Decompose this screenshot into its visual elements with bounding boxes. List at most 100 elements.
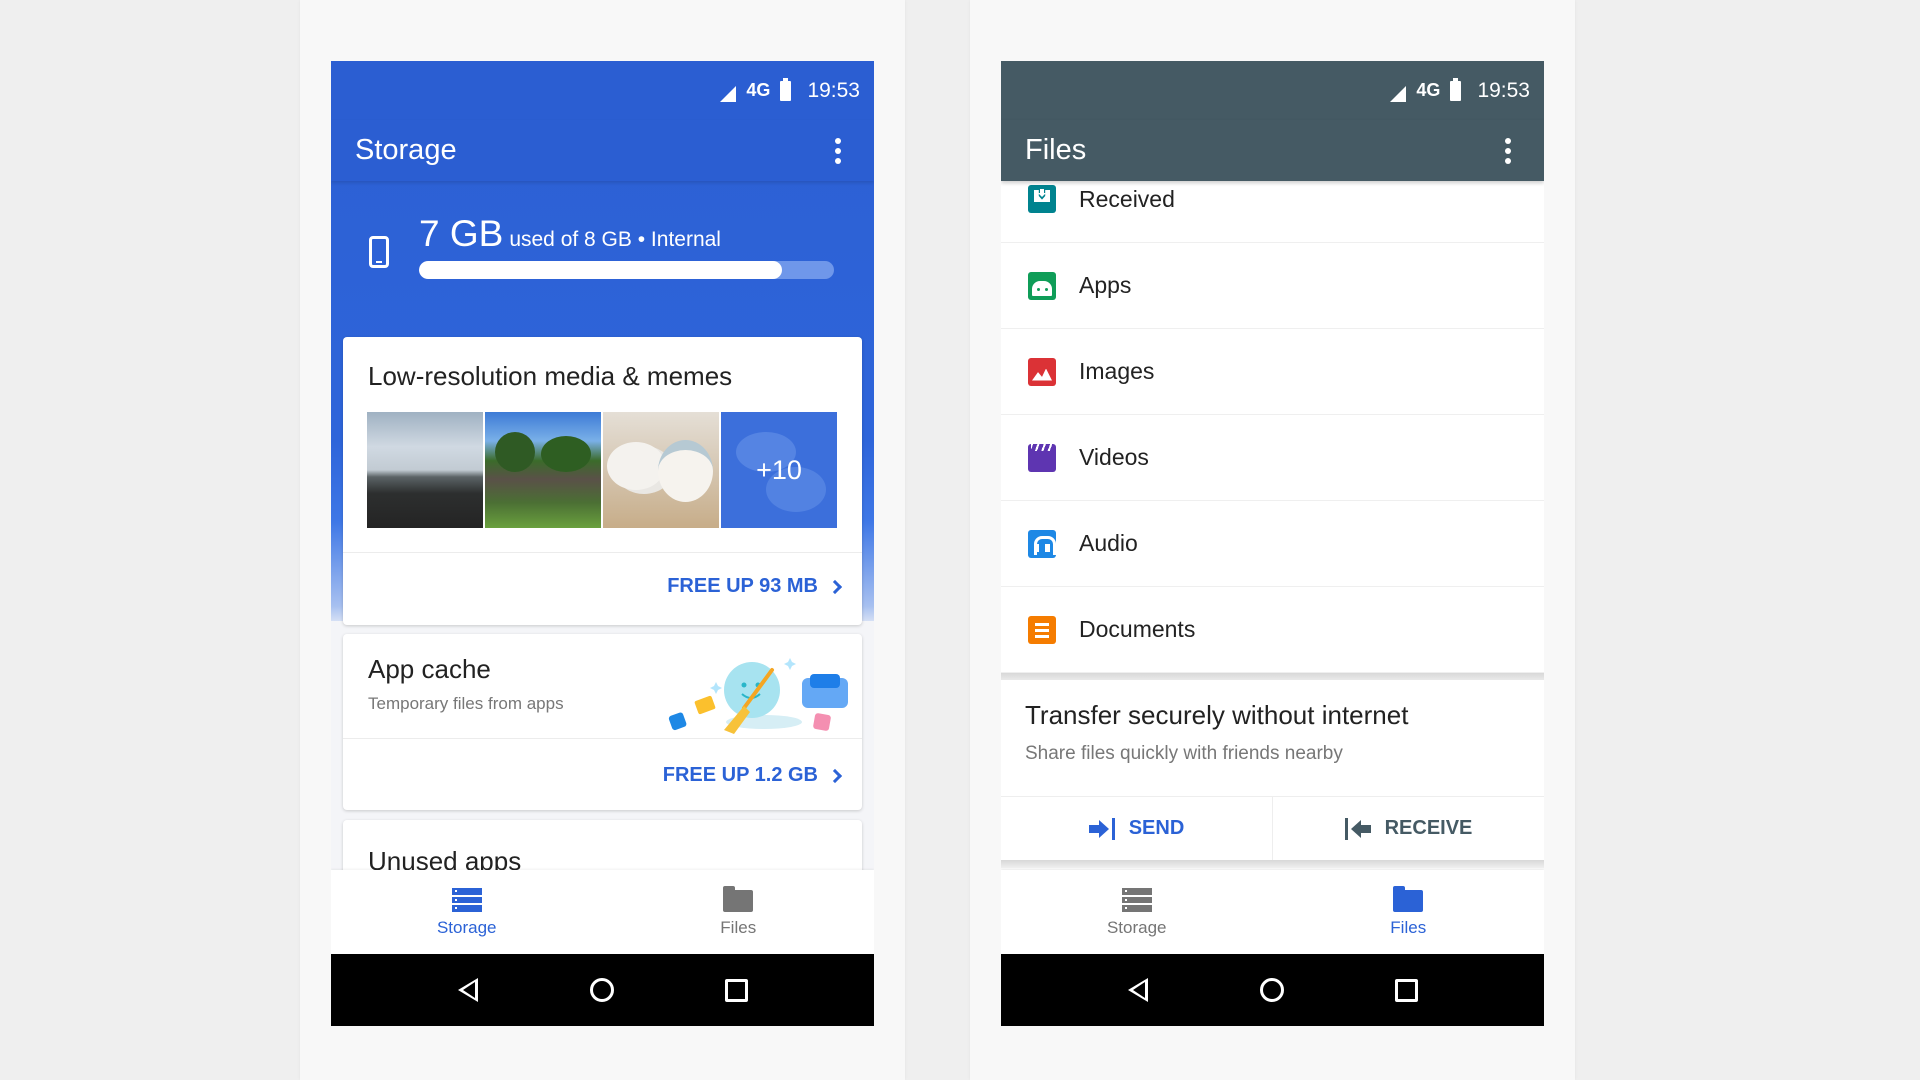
transfer-title: Transfer securely without internet — [1025, 700, 1409, 730]
storage-screen: 4G 19:53 Storage 7 GB used of 8 GB • Inte… — [331, 61, 874, 1026]
media-thumbnails: +10 — [367, 412, 837, 528]
transfer-card: Transfer securely without internet Share… — [1001, 680, 1544, 868]
tab-label: Storage — [436, 918, 497, 937]
recents-icon — [725, 978, 749, 1002]
home-button[interactable] — [587, 975, 617, 1005]
system-navigation-bar — [331, 954, 874, 1026]
storage-icon — [1121, 888, 1152, 913]
page-title: Files — [1025, 134, 1087, 166]
app-bar: Files — [1001, 120, 1544, 181]
storage-summary: 7 GB used of 8 GB • Internal — [331, 181, 874, 331]
status-bar: 4G 19:53 — [331, 61, 874, 120]
back-button[interactable] — [453, 975, 483, 1005]
home-button[interactable] — [1257, 975, 1287, 1005]
recents-button[interactable] — [722, 975, 752, 1005]
transfer-subtitle: Share files quickly with friends nearby — [1025, 743, 1343, 764]
tab-label: Files — [720, 918, 757, 937]
category-images[interactable]: Images — [1001, 329, 1544, 415]
clock: 19:53 — [1477, 78, 1530, 102]
category-label: Images — [1079, 358, 1155, 384]
category-documents[interactable]: Documents — [1001, 587, 1544, 673]
image-icon — [1028, 357, 1056, 386]
category-label: Apps — [1079, 272, 1132, 298]
storage-progress-fill — [419, 261, 783, 279]
app-cache-card[interactable]: App cache Temporary files from apps FREE… — [343, 634, 862, 810]
free-up-label: FREE UP 93 MB — [667, 575, 818, 597]
category-audio[interactable]: Audio — [1001, 501, 1544, 587]
network-type: 4G — [1416, 80, 1441, 100]
more-count: +10 — [756, 454, 802, 485]
send-icon — [1088, 817, 1115, 840]
receive-button[interactable]: RECEIVE — [1272, 797, 1544, 860]
recents-button[interactable] — [1392, 975, 1422, 1005]
more-vert-icon[interactable] — [1484, 127, 1532, 175]
page-title: Storage — [355, 134, 457, 166]
receive-icon — [1344, 817, 1371, 840]
category-received[interactable]: Received — [1001, 181, 1544, 243]
clock: 19:53 — [807, 78, 860, 102]
tab-label: Files — [1390, 918, 1427, 937]
recents-icon — [1395, 978, 1419, 1002]
more-vert-icon[interactable] — [814, 127, 862, 175]
cell-signal-icon — [1390, 85, 1407, 102]
storage-icon — [451, 888, 482, 913]
back-button[interactable] — [1123, 975, 1153, 1005]
headphones-icon — [1028, 529, 1056, 558]
send-label: SEND — [1128, 817, 1185, 839]
category-label: Received — [1079, 186, 1175, 212]
cell-signal-icon — [720, 85, 737, 102]
phone-icon — [369, 236, 389, 268]
card-shadow — [1001, 860, 1544, 868]
category-label: Audio — [1079, 530, 1138, 556]
bottom-navigation: Storage Files — [331, 870, 874, 954]
low-res-media-card[interactable]: Low-resolution media & memes +10 FREE UP… — [343, 337, 862, 625]
home-icon — [590, 978, 615, 1002]
transfer-actions: SEND RECEIVE — [1001, 797, 1544, 860]
folder-icon — [723, 886, 754, 912]
system-navigation-bar — [1001, 954, 1544, 1026]
storage-used-detail: used of 8 GB • Internal — [509, 228, 721, 251]
storage-progress-bar — [419, 261, 834, 279]
free-up-label: FREE UP 1.2 GB — [662, 764, 818, 786]
free-up-cache-button[interactable]: FREE UP 1.2 GB — [662, 764, 843, 787]
back-icon — [1128, 978, 1149, 1002]
battery-icon — [780, 77, 792, 101]
receive-label: RECEIVE — [1384, 817, 1473, 839]
back-icon — [458, 978, 479, 1002]
category-videos[interactable]: Videos — [1001, 415, 1544, 501]
tab-storage[interactable]: Storage — [1001, 870, 1273, 954]
tab-files[interactable]: Files — [1273, 870, 1545, 954]
send-button[interactable]: SEND — [1001, 797, 1272, 860]
storage-used-text: 7 GB used of 8 GB • Internal — [419, 213, 721, 255]
battery-icon — [1450, 77, 1462, 101]
status-bar: 4G 19:53 — [1001, 61, 1544, 120]
card-divider — [343, 738, 862, 739]
thumbnail-beach[interactable] — [367, 412, 483, 528]
network-type: 4G — [746, 80, 771, 100]
thumbnail-park-crowd[interactable] — [485, 412, 601, 528]
android-icon — [1028, 271, 1056, 300]
storage-used-value: 7 GB — [419, 213, 504, 254]
document-icon — [1028, 615, 1056, 644]
card-title: App cache — [368, 654, 491, 684]
tab-files[interactable]: Files — [603, 870, 875, 954]
card-subtitle: Temporary files from apps — [368, 694, 564, 713]
card-title: Low-resolution media & memes — [368, 361, 733, 391]
chevron-right-icon — [827, 579, 843, 594]
cleaning-broom-illustration — [668, 658, 848, 734]
received-icon — [1028, 185, 1056, 213]
free-up-media-button[interactable]: FREE UP 93 MB — [667, 575, 843, 598]
thumbnail-more[interactable]: +10 — [721, 412, 837, 528]
files-screen: 4G 19:53 Files Received Apps Images Vide… — [1001, 61, 1544, 1026]
tab-storage[interactable]: Storage — [331, 870, 603, 954]
file-category-list: Received Apps Images Videos Audio Docume… — [1001, 181, 1544, 681]
home-icon — [1260, 978, 1285, 1002]
card-divider — [343, 552, 862, 553]
category-apps[interactable]: Apps — [1001, 243, 1544, 329]
category-label: Documents — [1079, 616, 1196, 642]
chevron-right-icon — [827, 768, 843, 783]
video-icon — [1028, 443, 1056, 472]
thumbnail-cats[interactable] — [603, 412, 719, 528]
bottom-navigation: Storage Files — [1001, 870, 1544, 954]
tab-label: Storage — [1106, 918, 1167, 937]
